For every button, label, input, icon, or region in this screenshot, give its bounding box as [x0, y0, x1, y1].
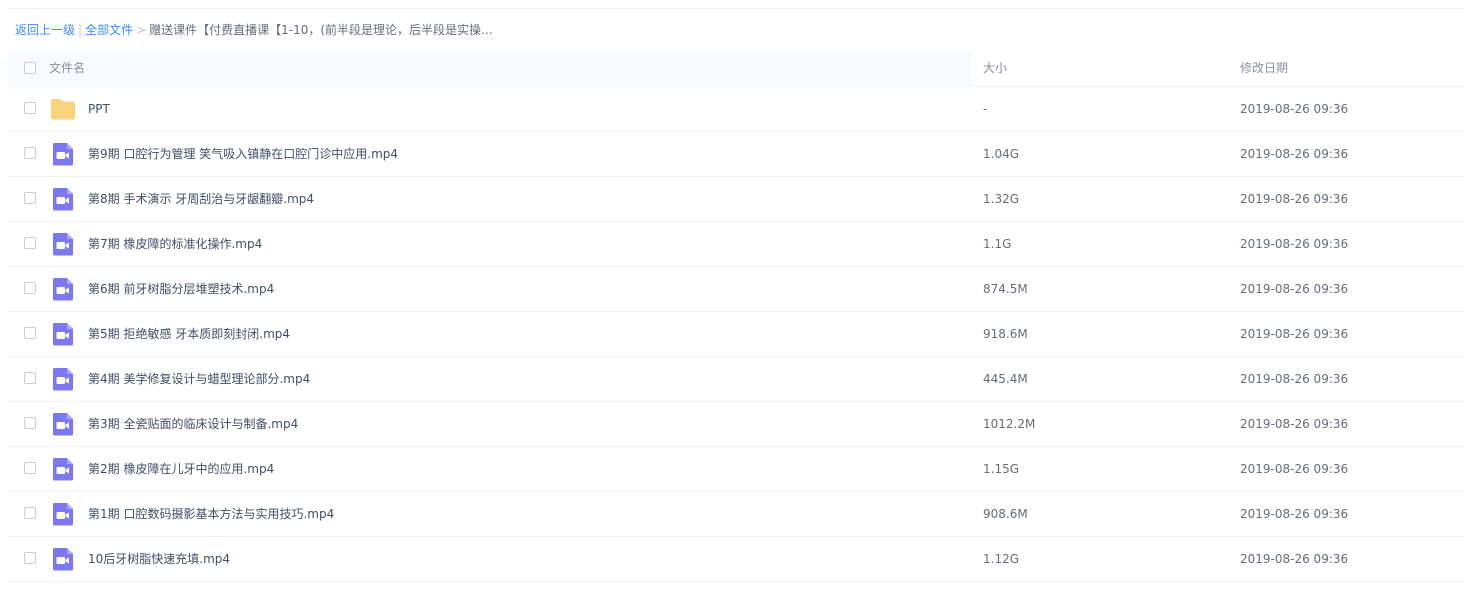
file-size: 1.15G: [983, 462, 1020, 476]
file-size: 445.4M: [983, 372, 1028, 386]
file-row[interactable]: 第8期 手术演示 牙周刮治与牙龈翻瓣.mp4 1.32G 2019-08-26 09…: [8, 177, 1464, 222]
row-checkbox[interactable]: [24, 237, 36, 249]
video-file-icon[interactable]: [50, 546, 76, 572]
all-files-link[interactable]: 全部文件: [85, 23, 133, 37]
file-row[interactable]: 第1期 口腔数码摄影基本方法与实用技巧.mp4 908.6M 2019-08-26 …: [8, 492, 1464, 537]
column-header-size[interactable]: 大小: [983, 60, 1007, 76]
file-name[interactable]: 第5期 拒绝敏感 牙本质即刻封闭.mp4: [88, 326, 290, 342]
row-checkbox[interactable]: [24, 552, 36, 564]
file-name[interactable]: 10后牙树脂快速充填.mp4: [88, 551, 230, 567]
row-checkbox[interactable]: [24, 147, 36, 159]
row-checkbox[interactable]: [24, 102, 36, 114]
file-modified-date: 2019-08-26 09:36: [1240, 507, 1349, 521]
top-divider: [8, 8, 1464, 9]
file-name[interactable]: 第2期 橡皮障在儿牙中的应用.mp4: [88, 461, 274, 477]
file-size: 1.32G: [983, 192, 1020, 206]
row-checkbox[interactable]: [24, 372, 36, 384]
file-name[interactable]: PPT: [88, 101, 110, 117]
file-size: 918.6M: [983, 327, 1028, 341]
file-size: 1.04G: [983, 147, 1020, 161]
row-checkbox[interactable]: [24, 282, 36, 294]
file-modified-date: 2019-08-26 09:36: [1240, 462, 1349, 476]
file-row[interactable]: 第6期 前牙树脂分层堆塑技术.mp4 874.5M 2019-08-26 09:36: [8, 267, 1464, 312]
file-modified-date: 2019-08-26 09:36: [1240, 327, 1349, 341]
select-all-checkbox[interactable]: [24, 62, 36, 74]
file-name[interactable]: 第8期 手术演示 牙周刮治与牙龈翻瓣.mp4: [88, 191, 314, 207]
file-modified-date: 2019-08-26 09:36: [1240, 417, 1349, 431]
file-size: 908.6M: [983, 507, 1028, 521]
file-size: 1.1G: [983, 237, 1012, 251]
file-name[interactable]: 第9期 口腔行为管理 笑气吸入镇静在口腔门诊中应用.mp4: [88, 146, 398, 162]
column-header-name[interactable]: 文件名: [49, 60, 85, 76]
video-file-icon[interactable]: [50, 501, 76, 527]
breadcrumb-separator: |: [78, 23, 83, 37]
file-name[interactable]: 第3期 全瓷贴面的临床设计与制备.mp4: [88, 416, 298, 432]
row-checkbox[interactable]: [24, 462, 36, 474]
file-modified-date: 2019-08-26 09:36: [1240, 372, 1349, 386]
file-name[interactable]: 第1期 口腔数码摄影基本方法与实用技巧.mp4: [88, 506, 334, 522]
breadcrumb: 返回上一级 | 全部文件 > 赠送课件【付费直播课【1-10，(前半段是理论，后半段是实…: [15, 22, 493, 38]
video-file-icon[interactable]: [50, 186, 76, 212]
header-name-column-bg: [8, 50, 972, 86]
video-file-icon[interactable]: [50, 231, 76, 257]
file-size: 1012.2M: [983, 417, 1036, 431]
file-rows: PPT -2019-08-26 09:36 第9期 口腔行为管理 笑气吸入镇静在口腔…: [8, 87, 1464, 582]
video-file-icon[interactable]: [50, 456, 76, 482]
folder-icon[interactable]: [50, 96, 76, 122]
back-link[interactable]: 返回上一级: [15, 23, 75, 37]
file-name[interactable]: 第6期 前牙树脂分层堆塑技术.mp4: [88, 281, 274, 297]
file-modified-date: 2019-08-26 09:36: [1240, 282, 1349, 296]
video-file-icon[interactable]: [50, 366, 76, 392]
file-modified-date: 2019-08-26 09:36: [1240, 192, 1349, 206]
file-list: 文件名 大小 修改日期 PPT -2019-08-26 09:36 第9期 口腔行为…: [8, 50, 1464, 582]
file-row[interactable]: 第3期 全瓷贴面的临床设计与制备.mp4 1012.2M 2019-08-26 09…: [8, 402, 1464, 447]
video-file-icon[interactable]: [50, 411, 76, 437]
file-row[interactable]: 第2期 橡皮障在儿牙中的应用.mp4 1.15G 2019-08-26 09:36: [8, 447, 1464, 492]
file-modified-date: 2019-08-26 09:36: [1240, 237, 1349, 251]
row-checkbox[interactable]: [24, 507, 36, 519]
row-checkbox[interactable]: [24, 327, 36, 339]
file-list-header: 文件名 大小 修改日期: [8, 50, 1464, 87]
video-file-icon[interactable]: [50, 141, 76, 167]
file-row[interactable]: 第7期 橡皮障的标准化操作.mp4 1.1G 2019-08-26 09:36: [8, 222, 1464, 267]
breadcrumb-chevron: >: [136, 23, 147, 37]
file-name[interactable]: 第4期 美学修复设计与蜡型理论部分.mp4: [88, 371, 310, 387]
file-row[interactable]: 第9期 口腔行为管理 笑气吸入镇静在口腔门诊中应用.mp4 1.04G 2019-0…: [8, 132, 1464, 177]
breadcrumb-current-folder: 赠送课件【付费直播课【1-10，(前半段是理论，后半段是实操...: [149, 23, 493, 37]
file-name[interactable]: 第7期 橡皮障的标准化操作.mp4: [88, 236, 262, 252]
video-file-icon[interactable]: [50, 276, 76, 302]
file-modified-date: 2019-08-26 09:36: [1240, 552, 1349, 566]
row-checkbox[interactable]: [24, 417, 36, 429]
file-row[interactable]: 10后牙树脂快速充填.mp4 1.12G 2019-08-26 09:36: [8, 537, 1464, 582]
file-row[interactable]: 第5期 拒绝敏感 牙本质即刻封闭.mp4 918.6M 2019-08-26 09:…: [8, 312, 1464, 357]
file-row[interactable]: PPT - 2019-08-26 09:36: [8, 87, 1464, 132]
video-file-icon[interactable]: [50, 321, 76, 347]
file-size: 874.5M: [983, 282, 1028, 296]
file-modified-date: 2019-08-26 09:36: [1240, 102, 1349, 116]
file-modified-date: 2019-08-26 09:36: [1240, 147, 1349, 161]
column-header-date[interactable]: 修改日期: [1240, 60, 1288, 76]
file-row[interactable]: 第4期 美学修复设计与蜡型理论部分.mp4 445.4M 2019-08-26 09…: [8, 357, 1464, 402]
row-checkbox[interactable]: [24, 192, 36, 204]
file-size: -: [983, 102, 988, 116]
file-size: 1.12G: [983, 552, 1020, 566]
